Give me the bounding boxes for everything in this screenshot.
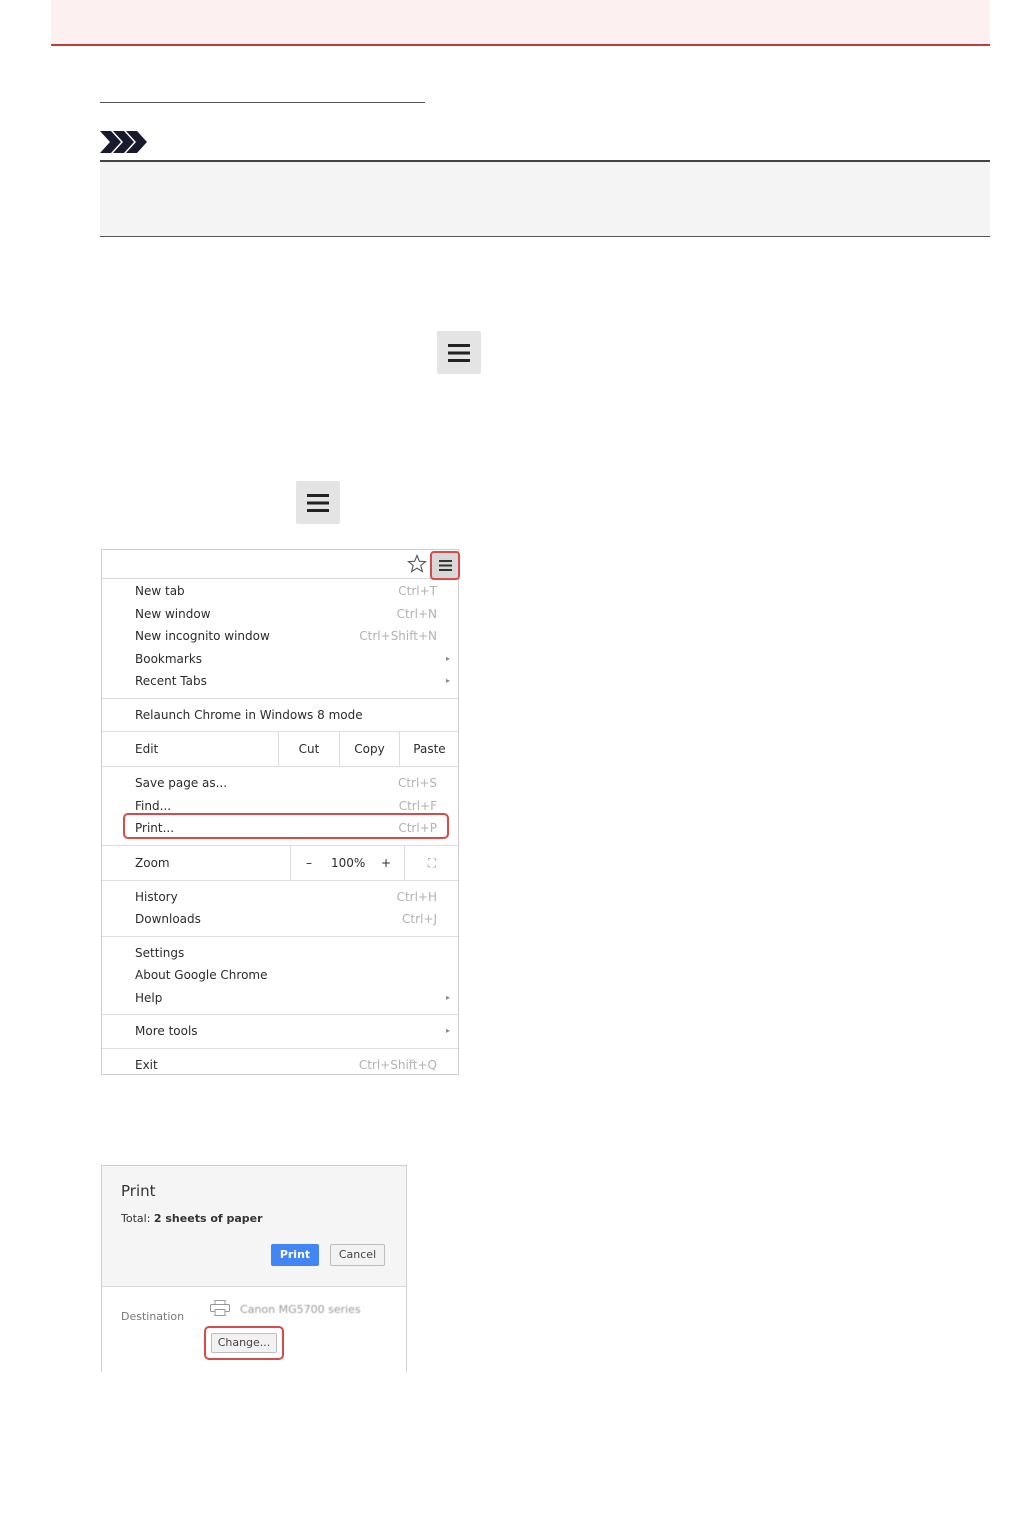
menu-cut-button[interactable]: Cut	[278, 732, 339, 766]
menu-item-about-google-chrome[interactable]: About Google Chrome	[102, 964, 458, 987]
address-bar[interactable]	[102, 550, 458, 579]
zoom-in-button[interactable]: +	[381, 846, 391, 880]
zoom-level-value: 100%	[331, 855, 366, 870]
menu-separator	[102, 935, 458, 937]
hamburger-menu-icon	[307, 493, 329, 512]
print-dialog-header: Print Total: 2 sheets of paper Print Can…	[102, 1166, 406, 1287]
page-header-band	[51, 0, 990, 46]
hamburger-menu-icon	[448, 343, 470, 362]
print-button[interactable]: Print	[271, 1244, 319, 1266]
menu-item-relaunch[interactable]: Relaunch Chrome in Windows 8 mode	[102, 704, 458, 727]
submenu-arrow-icon: ▸	[445, 676, 450, 685]
cancel-button[interactable]: Cancel	[330, 1244, 385, 1266]
menu-separator	[102, 1014, 458, 1015]
submenu-arrow-icon: ▸	[445, 653, 450, 663]
menu-row-zoom: Zoom – 100% + ⛶	[102, 845, 459, 880]
menu-item-settings[interactable]: Settings	[102, 942, 458, 965]
menu-separator	[102, 1047, 458, 1049]
zoom-controls: – 100% +	[290, 845, 404, 880]
menu-button-inline-2	[296, 481, 340, 524]
menu-separator	[102, 879, 458, 881]
menu-item-recent-tabs[interactable]: Recent Tabs ▸	[102, 670, 458, 693]
menu-row-edit: Edit Cut Copy Paste	[102, 732, 458, 766]
menu-button-inline-1	[437, 331, 481, 374]
menu-item-more-tools[interactable]: More tools ▸	[102, 1020, 458, 1043]
print-item-highlight	[123, 813, 449, 839]
destination-label: Destination	[121, 1310, 185, 1323]
fullscreen-icon[interactable]: ⛶	[404, 845, 459, 880]
note-box	[100, 160, 990, 237]
menu-item-new-incognito-window[interactable]: New incognito window Ctrl+Shift+N	[102, 625, 458, 648]
link-underline[interactable]	[100, 102, 425, 103]
submenu-arrow-icon: ▸	[445, 992, 450, 1002]
printer-name: Canon MG5700 series	[240, 1303, 361, 1316]
printer-icon	[210, 1300, 230, 1316]
star-outline-icon[interactable]	[407, 554, 427, 574]
menu-item-history[interactable]: History Ctrl+H	[102, 886, 458, 909]
chrome-menu-button[interactable]	[430, 551, 460, 580]
menu-item-downloads[interactable]: Downloads Ctrl+J	[102, 908, 458, 931]
menu-item-new-tab[interactable]: New tab Ctrl+T	[102, 580, 458, 603]
print-dialog-title: Print	[121, 1182, 156, 1200]
note-arrows-icon	[100, 131, 147, 153]
menu-copy-button[interactable]: Copy	[339, 732, 399, 766]
menu-item-bookmarks[interactable]: Bookmarks ▸	[102, 648, 458, 671]
print-dialog-screenshot: Print Total: 2 sheets of paper Print Can…	[101, 1165, 407, 1372]
submenu-arrow-icon: ▸	[445, 1026, 450, 1035]
print-total: Total: 2 sheets of paper	[121, 1212, 263, 1225]
menu-separator	[102, 766, 458, 767]
change-button-highlight: Change...	[204, 1326, 284, 1360]
zoom-out-button[interactable]: –	[306, 846, 312, 880]
menu-item-save-page-as[interactable]: Save page as... Ctrl+S	[102, 772, 458, 795]
chrome-menu-screenshot: New tab Ctrl+T New window Ctrl+N New inc…	[101, 549, 460, 1077]
menu-item-new-window[interactable]: New window Ctrl+N	[102, 603, 458, 626]
menu-separator	[102, 697, 458, 699]
menu-item-exit[interactable]: Exit Ctrl+Shift+Q	[102, 1054, 458, 1077]
menu-item-help[interactable]: Help ▸	[102, 987, 458, 1010]
menu-paste-button[interactable]: Paste	[399, 732, 459, 766]
hamburger-menu-icon	[438, 560, 452, 571]
change-destination-button[interactable]: Change...	[211, 1333, 277, 1353]
